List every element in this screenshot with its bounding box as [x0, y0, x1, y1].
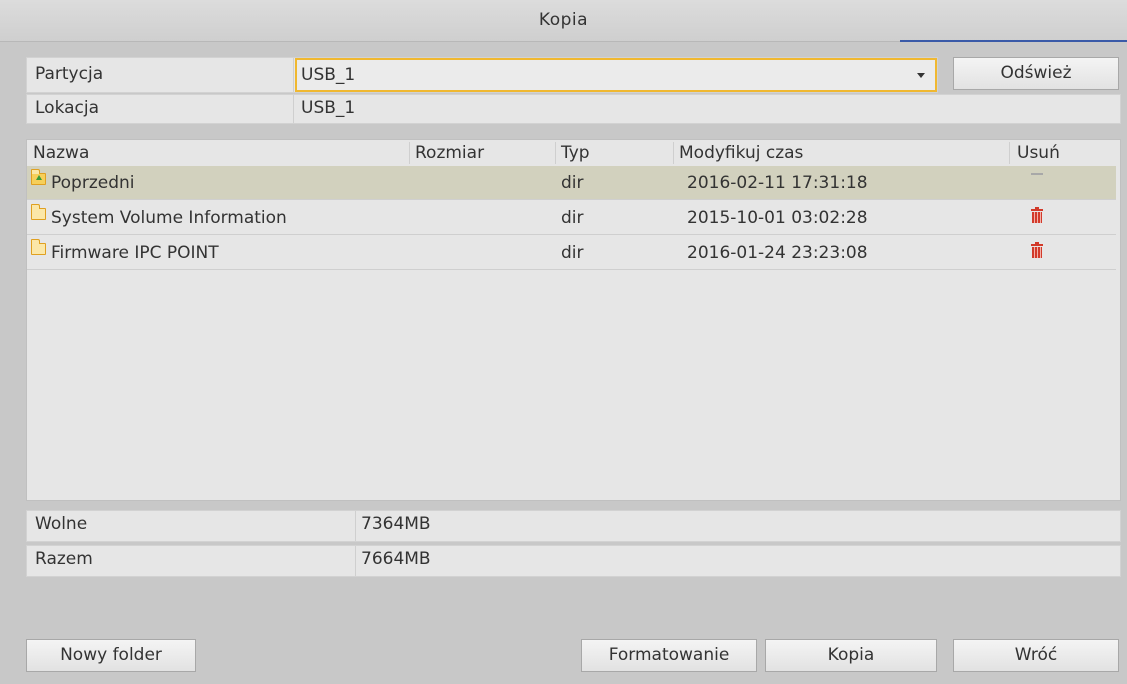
- trash-icon[interactable]: [1031, 207, 1043, 223]
- row-type: dir: [561, 173, 584, 193]
- folder-icon: [30, 204, 46, 220]
- partition-value: USB_1: [301, 65, 356, 85]
- format-button[interactable]: Formatowanie: [581, 639, 757, 672]
- folder-up-icon: [30, 169, 46, 185]
- location-value: USB_1: [301, 98, 356, 118]
- table-header: Nazwa Rozmiar Typ Modyfikuj czas Usuń: [27, 140, 1120, 166]
- location-row: Lokacja USB_1: [26, 94, 1121, 124]
- free-label: Wolne: [35, 514, 88, 534]
- row-type: dir: [561, 208, 584, 228]
- col-modified: Modyfikuj czas: [679, 143, 804, 163]
- dash-icon: [1031, 173, 1043, 175]
- copy-button[interactable]: Kopia: [765, 639, 937, 672]
- location-label: Lokacja: [35, 98, 100, 118]
- row-modified: 2016-01-24 23:23:08: [687, 243, 868, 263]
- title-accent-line: [900, 40, 1127, 42]
- refresh-button[interactable]: Odśwież: [953, 57, 1119, 90]
- col-name: Nazwa: [33, 143, 90, 163]
- table-row[interactable]: Poprzedni dir 2016-02-11 17:31:18: [27, 166, 1116, 200]
- row-modified: 2015-10-01 03:02:28: [687, 208, 868, 228]
- col-size: Rozmiar: [415, 143, 485, 163]
- partition-select[interactable]: USB_1: [295, 58, 937, 92]
- folder-icon: [30, 239, 46, 255]
- trash-icon[interactable]: [1031, 242, 1043, 258]
- col-type: Typ: [561, 143, 590, 163]
- row-modified: 2016-02-11 17:31:18: [687, 173, 868, 193]
- free-space-row: Wolne 7364MB: [26, 510, 1121, 542]
- title-bar: Kopia: [0, 0, 1127, 42]
- chevron-down-icon: [917, 73, 925, 78]
- file-table: Nazwa Rozmiar Typ Modyfikuj czas Usuń Po…: [26, 139, 1121, 501]
- free-value: 7364MB: [361, 514, 431, 534]
- table-row[interactable]: System Volume Information dir 2015-10-01…: [27, 201, 1116, 235]
- total-label: Razem: [35, 549, 93, 569]
- partition-label: Partycja: [35, 64, 104, 84]
- new-folder-button[interactable]: Nowy folder: [26, 639, 196, 672]
- col-delete: Usuń: [1017, 143, 1060, 163]
- row-name: System Volume Information: [51, 208, 287, 228]
- back-button[interactable]: Wróć: [953, 639, 1119, 672]
- total-value: 7664MB: [361, 549, 431, 569]
- table-row[interactable]: Firmware IPC POINT dir 2016-01-24 23:23:…: [27, 236, 1116, 270]
- row-name: Poprzedni: [51, 173, 135, 193]
- total-space-row: Razem 7664MB: [26, 545, 1121, 577]
- row-name: Firmware IPC POINT: [51, 243, 219, 263]
- row-type: dir: [561, 243, 584, 263]
- window-title: Kopia: [538, 10, 589, 30]
